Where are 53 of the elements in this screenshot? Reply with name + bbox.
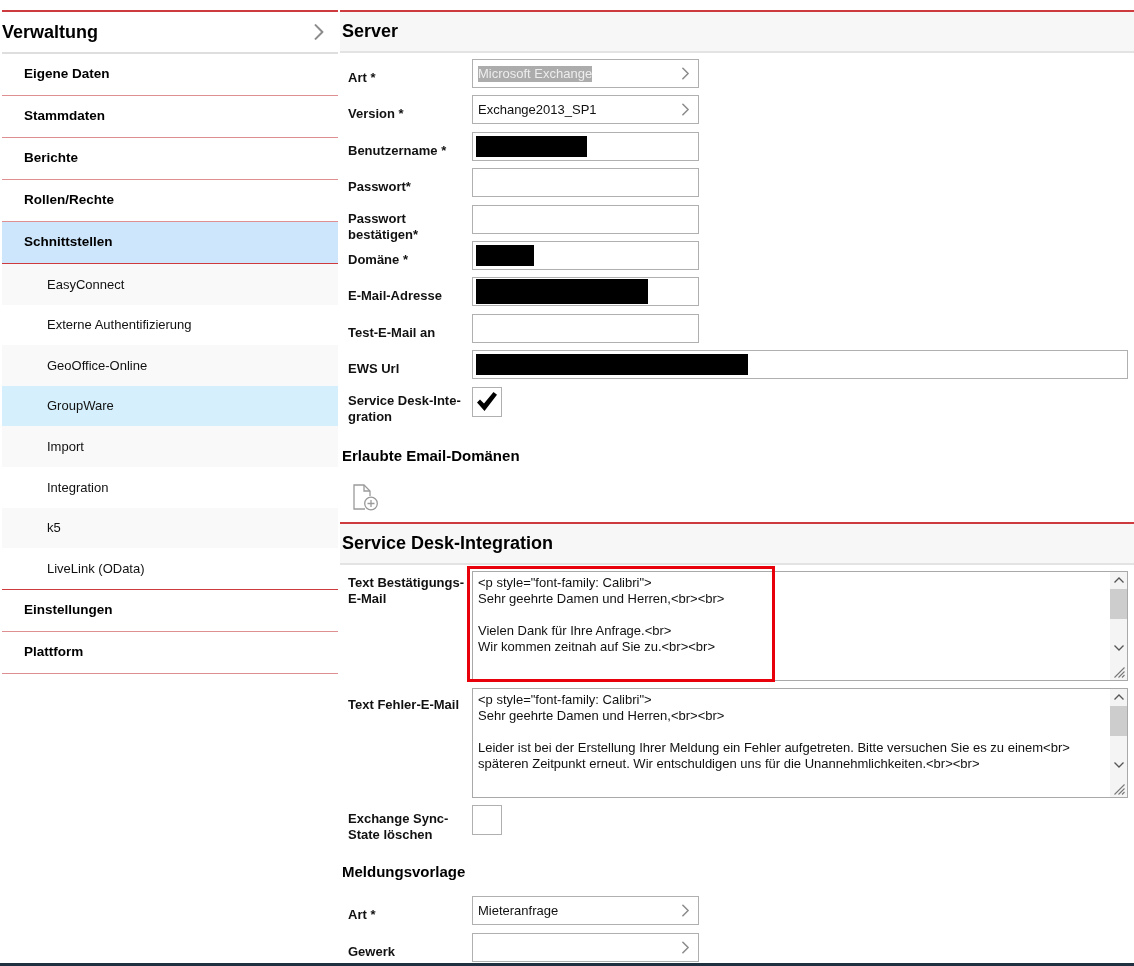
select-field[interactable]: Mieteranfrage: [472, 896, 699, 926]
resize-grip-icon[interactable]: [1114, 666, 1125, 678]
field-label: Test-E-Mail an: [348, 324, 436, 341]
checkbox[interactable]: [472, 805, 502, 836]
text-field[interactable]: [472, 168, 699, 198]
section-heading: Meldungsvorlage: [342, 863, 466, 881]
field-label: Passwort*: [348, 179, 411, 196]
section-heading: Erlaubte Email-Domänen: [342, 446, 520, 464]
section-header: Service Desk-Integration: [340, 523, 1134, 565]
field-label: Service Desk-Inte-gration: [348, 392, 462, 425]
sidebar-subitem[interactable]: k5: [2, 507, 338, 549]
chevron-right-icon: [682, 940, 689, 954]
chevron-right-icon: [682, 103, 689, 117]
checkmark-icon: [477, 392, 497, 411]
select-field[interactable]: [472, 932, 699, 962]
resize-grip-icon[interactable]: [1114, 783, 1125, 795]
text-field[interactable]: [472, 350, 1128, 380]
sidebar-title: Verwaltung: [2, 21, 99, 43]
sidebar-subitem[interactable]: EasyConnect: [2, 264, 338, 305]
section-header: Server: [340, 12, 1134, 53]
field-label: Text Bestätigungs-E-Mail: [348, 574, 466, 607]
field-label: EWS Url: [348, 361, 400, 378]
text-area[interactable]: <p style="font-family: Calibri"> Sehr geehrte Damen und Herren,<br><br> Vielen Dank für Ihre Anfrage.<br> Wir kommen zeitnah auf Sie zu.<br><br>: [472, 570, 1128, 681]
text-field[interactable]: [472, 131, 699, 161]
text-field[interactable]: [472, 277, 699, 307]
field-label: Art *: [348, 907, 376, 924]
field-label: E-Mail-Adresse: [348, 288, 442, 305]
text-field[interactable]: [472, 240, 699, 270]
field-label: Exchange Sync-State löschen: [348, 811, 450, 844]
scrollbar[interactable]: [1110, 688, 1127, 797]
sidebar-subitem[interactable]: Import: [2, 426, 338, 467]
field-label: Passwort bestätigen*: [348, 210, 420, 243]
chevron-right-icon: [682, 904, 689, 918]
scrollbar[interactable]: [1110, 571, 1127, 680]
chevron-right-icon: [682, 67, 689, 80]
text-area[interactable]: <p style="font-family: Calibri"> Sehr geehrte Damen und Herren,<br><br> Leider ist bei der Erstellung Ihrer Meldung ein Fehler aufgetreten. Bitte versuchen Sie es zu einem<br> späteren Zeitpunkt erneut. Wir entschuldigen uns für die Unannehmlichkeiten.<br><br>: [472, 687, 1128, 798]
field-label: Gewerk: [348, 943, 395, 960]
field-label: Benutzername *: [348, 142, 447, 159]
text-field[interactable]: [472, 204, 699, 234]
add-document-icon[interactable]: [353, 483, 378, 511]
field-label: Text Fehler-E-Mail: [348, 696, 459, 713]
text-field[interactable]: [472, 313, 699, 343]
field-label: Domäne *: [348, 251, 408, 268]
select-field[interactable]: Exchange2013_SP1: [472, 95, 699, 125]
sidebar-subitem[interactable]: GeoOffice-Online: [2, 345, 338, 386]
scrollbar-thumb[interactable]: [1110, 705, 1127, 736]
field-label: Art *: [348, 70, 376, 86]
sidebar-subitem[interactable]: GroupWare: [2, 385, 338, 427]
scrollbar-thumb[interactable]: [1110, 588, 1127, 619]
chevron-right-icon[interactable]: [314, 24, 324, 40]
field-label: Version *: [348, 106, 404, 123]
sidebar-item[interactable]: Schnittstellen: [2, 222, 338, 264]
checkbox[interactable]: [472, 386, 502, 417]
